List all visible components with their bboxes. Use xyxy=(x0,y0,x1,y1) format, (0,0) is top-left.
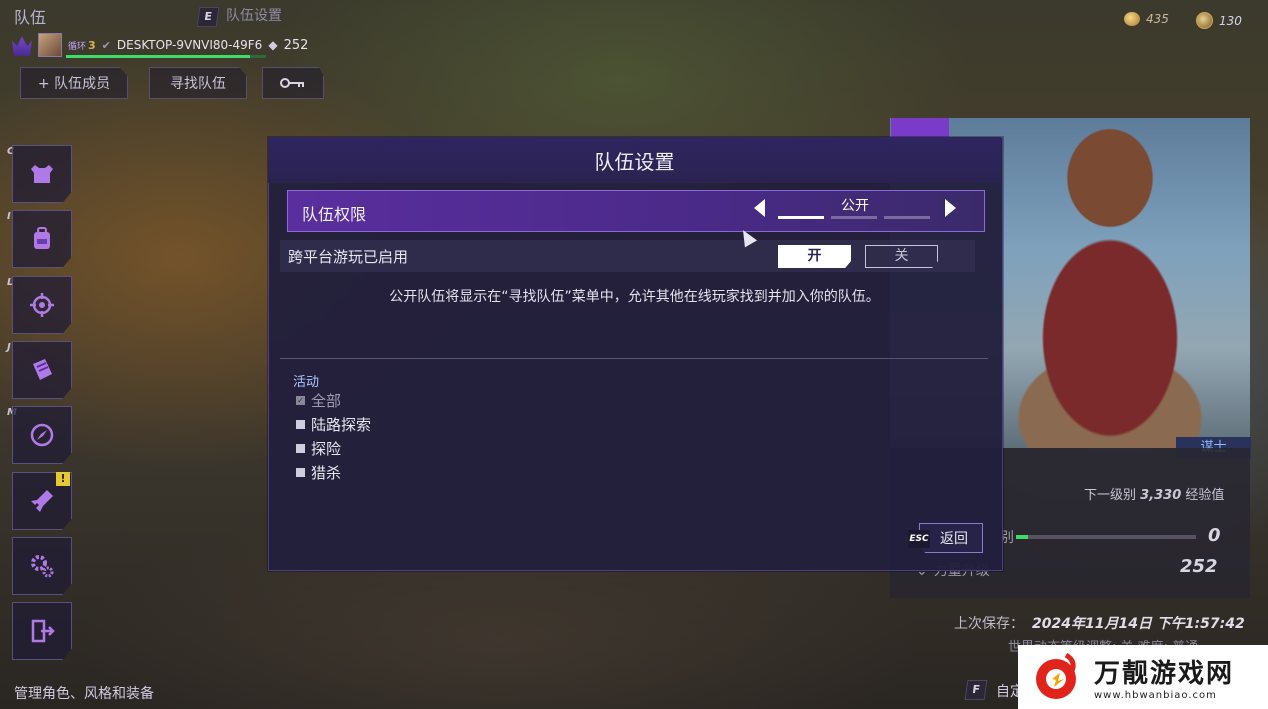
sidebar-item-map[interactable] xyxy=(12,406,72,464)
arrow-right-icon[interactable] xyxy=(945,199,956,217)
settings-icon xyxy=(31,555,54,578)
sidebar-item-journal[interactable] xyxy=(12,341,72,399)
token-icon xyxy=(1196,12,1213,29)
option-indicator xyxy=(778,216,824,219)
page-title: 队伍 xyxy=(14,8,47,27)
activity-checkbox[interactable]: 探险 xyxy=(296,438,341,459)
last-save: 上次保存： 2024年11月14日 下午1:57:42 xyxy=(954,616,1245,632)
player-level: 252 xyxy=(283,37,309,53)
token-counter: 130 xyxy=(1196,12,1242,29)
crossplay-label: 跨平台游玩已启用 xyxy=(288,248,409,266)
checkbox-icon xyxy=(296,468,305,477)
customize-key-hint: F xyxy=(964,680,988,700)
divider xyxy=(280,358,988,359)
verified-icon: ✔ xyxy=(101,38,111,52)
crossplay-on-button[interactable]: 开 xyxy=(778,245,851,268)
team-permission-value: 公开 xyxy=(841,198,869,214)
activity-checkbox-all[interactable]: ✓ 全部 xyxy=(296,390,341,411)
exit-icon xyxy=(31,619,55,643)
activity-checkbox[interactable]: 陆路探索 xyxy=(296,414,371,435)
sidebar-item-armor[interactable] xyxy=(12,145,72,203)
avatar xyxy=(38,33,62,57)
crossplay-off-button[interactable]: 关 xyxy=(865,245,938,268)
sidebar-item-settings[interactable] xyxy=(12,537,72,595)
coin-counter: 435 xyxy=(1124,12,1169,26)
sidebar-key: I xyxy=(7,211,11,222)
dialog-title: 队伍设置 xyxy=(594,150,675,174)
crosshair-icon xyxy=(30,293,54,317)
journal-icon xyxy=(33,359,52,380)
arrow-left-icon[interactable] xyxy=(754,199,765,217)
checkbox-icon xyxy=(296,420,305,429)
sidebar-item-target[interactable] xyxy=(12,276,72,334)
tab-team-settings[interactable]: 队伍设置 xyxy=(226,5,282,25)
activity-checkbox[interactable]: 猎杀 xyxy=(296,462,341,483)
diamond-icon: ◆ xyxy=(268,38,278,52)
sidebar-item-exit[interactable] xyxy=(12,602,72,660)
skill-tree-icon xyxy=(31,490,53,512)
option-indicator xyxy=(831,216,877,219)
stat-progress-bar xyxy=(1016,535,1196,539)
crown-icon xyxy=(12,36,32,56)
alert-badge: ! xyxy=(56,472,70,486)
sidebar-item-backpack[interactable] xyxy=(12,210,72,268)
watermark: 万靓游戏网 www.hbwanbiao.com xyxy=(1018,645,1268,709)
permission-description: 公开队伍将显示在“寻找队伍”菜单中，允许其他在线玩家找到并加入你的队伍。 xyxy=(389,289,880,305)
coin-icon xyxy=(1124,12,1140,26)
stat-value: 252 xyxy=(1180,556,1218,577)
checkbox-icon xyxy=(296,444,305,453)
esc-key-hint: ESC xyxy=(908,530,930,548)
key-icon xyxy=(280,78,304,88)
footer-hint: 管理角色、风格和装备 xyxy=(14,686,154,702)
backpack-icon xyxy=(34,227,50,249)
player-name: DESKTOP-9VNVI80-49F6 xyxy=(116,38,263,52)
watermark-url: www.hbwanbiao.com xyxy=(1094,690,1217,701)
watermark-title: 万靓游戏网 xyxy=(1094,659,1235,689)
next-level-text: 下一级别 3,330 经验值 xyxy=(1084,488,1225,503)
sidebar-key: J xyxy=(7,342,11,353)
stat-value: 0 xyxy=(1208,525,1221,546)
watermark-logo-icon xyxy=(1036,652,1076,699)
find-team-button[interactable]: 寻找队伍 xyxy=(149,67,247,99)
team-permission-label: 队伍权限 xyxy=(302,205,367,224)
checkbox-checked-icon: ✓ xyxy=(296,396,305,405)
option-indicator xyxy=(884,216,930,219)
activity-title: 活动 xyxy=(293,375,320,390)
settings-key-hint: E xyxy=(196,7,220,27)
add-member-button[interactable]: + 队伍成员 xyxy=(20,67,128,99)
compass-icon xyxy=(30,423,54,447)
armor-icon xyxy=(31,165,53,183)
xp-bar xyxy=(66,55,266,58)
rank-badge: 循环 3 xyxy=(68,38,96,52)
key-button[interactable] xyxy=(262,67,324,99)
